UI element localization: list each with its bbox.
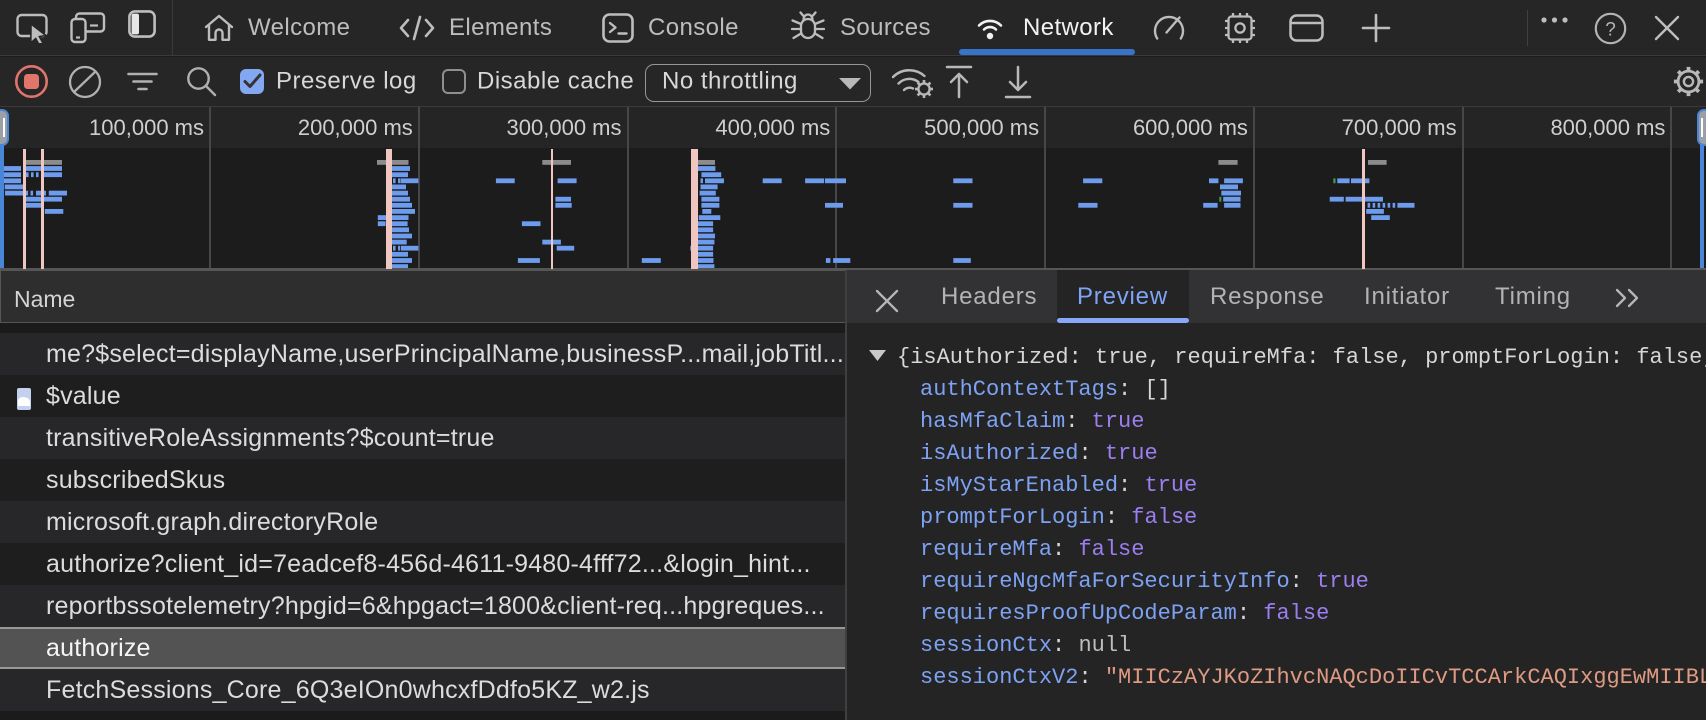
svg-text:?: ? bbox=[1605, 20, 1616, 41]
